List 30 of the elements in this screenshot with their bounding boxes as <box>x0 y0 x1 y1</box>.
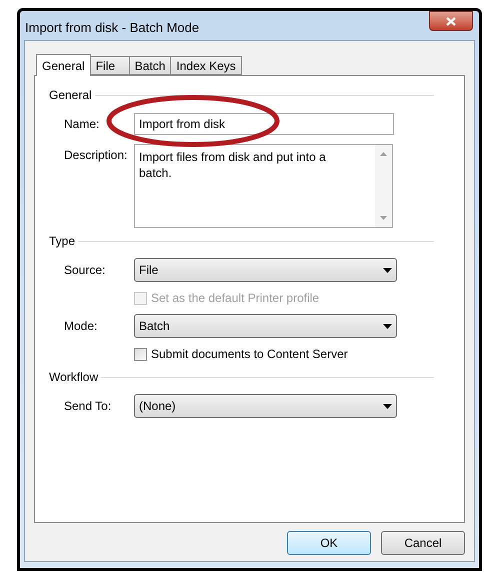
checkbox-label: Submit documents to Content Server <box>151 346 348 363</box>
field-label: Source: <box>64 262 106 279</box>
close-icon <box>446 16 456 26</box>
tab[interactable]: File <box>90 56 130 75</box>
scroll-down-icon[interactable] <box>380 216 387 220</box>
tab[interactable]: General <box>36 54 91 76</box>
dialog-button[interactable]: OK <box>287 531 371 555</box>
section-title: Workflow <box>49 369 98 386</box>
dropdown[interactable]: (None) <box>134 394 397 418</box>
tab[interactable]: Index Keys <box>170 56 242 75</box>
tab[interactable]: Batch <box>128 56 172 75</box>
dropdown[interactable]: File <box>134 258 397 282</box>
caret-icon <box>383 268 392 272</box>
field-label: Mode: <box>64 318 98 335</box>
section-title: General <box>49 87 92 104</box>
dropdown[interactable]: Batch <box>134 314 397 338</box>
scrollbar[interactable] <box>375 145 392 227</box>
checkbox[interactable] <box>134 348 147 360</box>
field-label: Send To: <box>64 398 112 415</box>
window-title: Import from disk - Batch Mode <box>25 19 200 37</box>
scroll-up-icon[interactable] <box>380 152 387 156</box>
section-title: Type <box>49 233 76 250</box>
close-button[interactable] <box>429 11 473 31</box>
dialog-button[interactable]: Cancel <box>381 531 465 555</box>
caret-icon <box>383 404 392 408</box>
field-label: Description: <box>64 147 128 164</box>
field-label: Name: <box>64 116 100 133</box>
caret-icon <box>383 324 392 328</box>
checkbox-label: Set as the default Printer profile <box>151 290 320 307</box>
name-field[interactable]: Import from disk <box>134 113 394 135</box>
